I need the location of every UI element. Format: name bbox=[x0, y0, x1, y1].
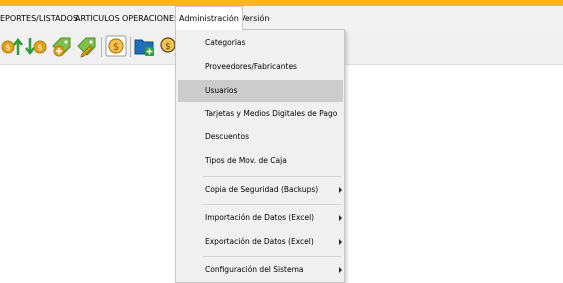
menu-reportes-listados[interactable]: EPORTES/LISTADOS bbox=[0, 6, 78, 30]
svg-text:$: $ bbox=[165, 42, 171, 52]
menu-item-label: Importación de Datos (Excel) bbox=[205, 213, 315, 222]
menu-item-configuracion-sistema[interactable]: Configuración del Sistema bbox=[178, 259, 343, 281]
tag-add-icon bbox=[52, 37, 71, 57]
coin-button[interactable]: $ bbox=[104, 33, 128, 59]
dollar-down-arrow-icon: $ bbox=[25, 38, 47, 56]
menu-item-proveedores-fabricantes[interactable]: Proveedores/Fabricantes bbox=[178, 56, 343, 78]
submenu-arrow-icon bbox=[339, 267, 342, 273]
menu-version[interactable]: Versión bbox=[240, 6, 269, 30]
folder-add-button[interactable] bbox=[133, 33, 157, 59]
dollar-down-arrow-button[interactable]: $ bbox=[24, 33, 48, 59]
dollar-up-arrow-icon: $ bbox=[1, 37, 23, 55]
menu-item-descuentos[interactable]: Descuentos bbox=[178, 126, 343, 148]
menu-item-label: Tarjetas y Medios Digitales de Pago bbox=[205, 109, 338, 118]
menu-separator bbox=[203, 176, 341, 177]
menu-item-importacion-datos[interactable]: Importación de Datos (Excel) bbox=[178, 207, 343, 229]
menu-bar: EPORTES/LISTADOS ARTICULOS OPERACIONES A… bbox=[0, 6, 563, 30]
svg-text:$: $ bbox=[113, 42, 119, 53]
menu-item-exportacion-datos[interactable]: Exportación de Datos (Excel) bbox=[178, 231, 343, 253]
menu-separator bbox=[203, 204, 341, 205]
submenu-arrow-icon bbox=[339, 215, 342, 221]
administracion-dropdown-menu: Categorias Proveedores/Fabricantes Usuar… bbox=[175, 29, 345, 283]
menu-item-tipos-mov-caja[interactable]: Tipos de Mov. de Caja bbox=[178, 150, 343, 172]
menu-item-label: Exportación de Datos (Excel) bbox=[205, 237, 314, 246]
tag-edit-icon bbox=[77, 37, 96, 58]
menu-item-label: Copia de Seguridad (Backups) bbox=[205, 185, 319, 194]
menu-item-label: Tipos de Mov. de Caja bbox=[205, 156, 287, 165]
svg-text:$: $ bbox=[37, 43, 42, 52]
menu-item-usuarios[interactable]: Usuarios bbox=[178, 80, 343, 102]
submenu-arrow-icon bbox=[339, 239, 342, 245]
menu-item-label: Proveedores/Fabricantes bbox=[205, 62, 297, 71]
toolbar-separator bbox=[130, 37, 131, 57]
menu-operaciones[interactable]: OPERACIONES bbox=[122, 6, 179, 30]
toolbar-separator bbox=[101, 37, 102, 57]
tag-edit-button[interactable] bbox=[75, 33, 99, 59]
menu-administracion[interactable]: Administración bbox=[175, 6, 243, 30]
menu-item-label: Descuentos bbox=[205, 132, 249, 141]
menu-articulos[interactable]: ARTICULOS bbox=[75, 6, 120, 30]
menu-item-categorias[interactable]: Categorias bbox=[178, 32, 343, 54]
menu-item-label: Usuarios bbox=[205, 86, 238, 95]
submenu-arrow-icon bbox=[339, 187, 342, 193]
menu-item-copia-seguridad[interactable]: Copia de Seguridad (Backups) bbox=[178, 179, 343, 201]
menu-separator bbox=[203, 256, 341, 257]
menu-item-tarjetas-medios-pago[interactable]: Tarjetas y Medios Digitales de Pago bbox=[178, 103, 343, 125]
menu-item-label: Categorias bbox=[205, 38, 246, 47]
dollar-up-arrow-button[interactable]: $ bbox=[0, 33, 24, 59]
coin-icon: $ bbox=[105, 35, 127, 57]
folder-add-icon bbox=[134, 39, 154, 56]
menu-item-label: Configuración del Sistema bbox=[205, 265, 304, 274]
svg-text:$: $ bbox=[5, 43, 10, 52]
tag-add-button[interactable] bbox=[50, 33, 74, 59]
